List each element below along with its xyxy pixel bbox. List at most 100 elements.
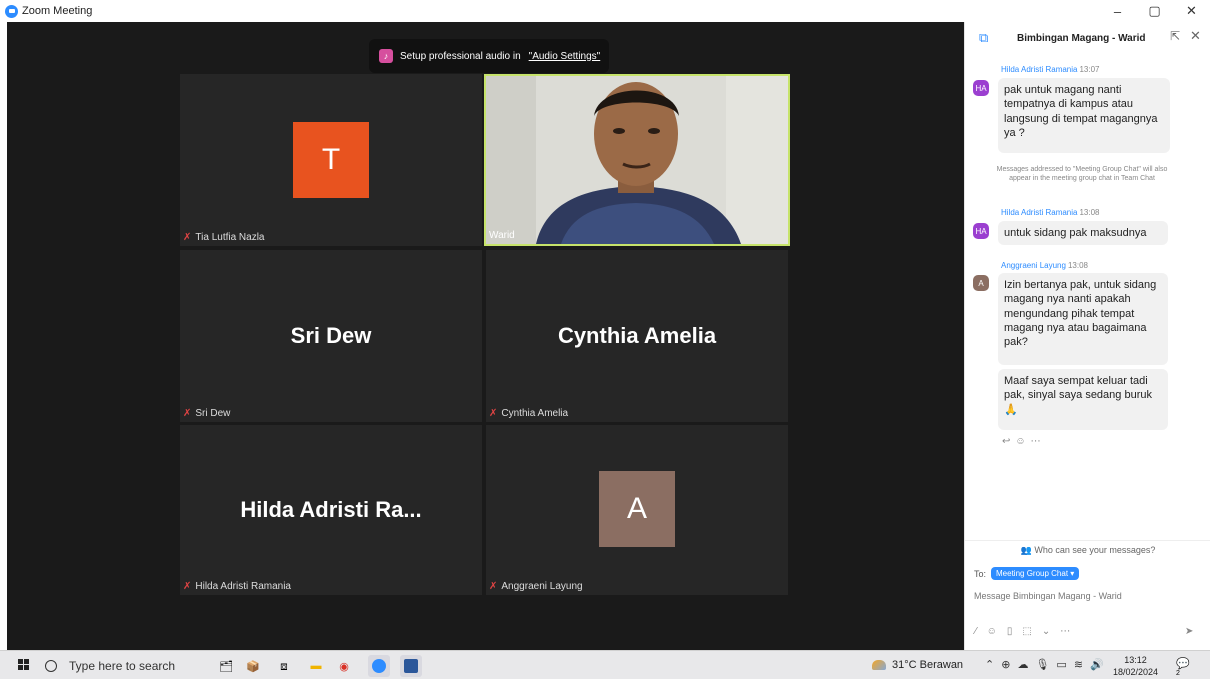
- reply-icon[interactable]: ↩: [1002, 436, 1010, 447]
- people-icon: 👥: [1020, 545, 1032, 555]
- weather-icon: [872, 660, 886, 670]
- battery-icon[interactable]: ▭: [1056, 658, 1066, 671]
- meet-now-icon[interactable]: ⊕: [1001, 658, 1010, 671]
- participant-tile[interactable]: Cynthia Amelia ✗ Cynthia Amelia: [486, 250, 788, 422]
- mic-muted-icon: ✗: [183, 231, 192, 243]
- word-icon[interactable]: [400, 655, 422, 677]
- maximize-button[interactable]: ▢: [1136, 0, 1173, 22]
- message-bubble[interactable]: Izin bertanya pak, untuk sidang magang n…: [998, 273, 1168, 365]
- message-bubble[interactable]: pak untuk magang nanti tempatnya di kamp…: [998, 78, 1170, 153]
- minimize-button[interactable]: –: [1099, 0, 1136, 22]
- task-view-icon[interactable]: ⧈: [273, 655, 295, 677]
- participant-display-name: Cynthia Amelia: [557, 323, 717, 348]
- close-button[interactable]: ✕: [1173, 0, 1210, 22]
- participant-name-tag: ✗ Cynthia Amelia: [489, 406, 568, 420]
- participant-tile[interactable]: Sri Dew ✗ Sri Dew: [180, 250, 482, 422]
- message-sender: Hilda Adristi Ramania: [1001, 65, 1078, 74]
- participant-name-tag: ✗ Hilda Adristi Ramania: [183, 579, 291, 593]
- chat-bubble-icon[interactable]: ⧉: [979, 30, 993, 45]
- app-icon-widget[interactable]: 📦: [242, 655, 264, 677]
- composer-toolbar: ⁄ ☺ ▯ ⬚ ⌄ ⋯: [975, 626, 1070, 637]
- send-button[interactable]: ➤: [1185, 626, 1201, 642]
- message-bubble[interactable]: untuk sidang pak maksudnya: [998, 221, 1168, 246]
- message-meta: Hilda Adristi Ramania 13:08: [1001, 208, 1100, 217]
- participant-avatar: A: [599, 471, 675, 547]
- cloud-icon[interactable]: ☁: [1017, 658, 1028, 671]
- sender-avatar: HA: [973, 223, 989, 239]
- message-input[interactable]: Message Bimbingan Magang - Warid: [974, 591, 1204, 601]
- window-controls: – ▢ ✕: [1099, 0, 1210, 22]
- recipient-value: Meeting Group Chat: [996, 569, 1069, 578]
- wifi-icon[interactable]: ≋: [1074, 658, 1083, 671]
- message-meta: Hilda Adristi Ramania 13:07: [1001, 65, 1100, 74]
- taskbar-search[interactable]: Type here to search: [45, 656, 195, 676]
- title-bar: Zoom Meeting – ▢ ✕: [0, 0, 1210, 22]
- add-reaction-icon[interactable]: ☺: [1015, 436, 1025, 447]
- pop-out-icon[interactable]: ⇱: [1170, 29, 1180, 43]
- group-chat-notice: Messages addressed to "Meeting Group Cha…: [996, 166, 1168, 183]
- microphone-icon[interactable]: 🎙: [1035, 658, 1049, 671]
- audio-settings-banner[interactable]: ♪ Setup professional audio in "Audio Set…: [369, 39, 609, 73]
- message-time: 13:08: [1067, 261, 1088, 270]
- more-options-icon[interactable]: ⋯: [1031, 436, 1041, 447]
- taskbar-clock[interactable]: 13:12 18/02/2024: [1113, 654, 1158, 678]
- participant-avatar: T: [293, 122, 369, 198]
- audio-settings-link[interactable]: "Audio Settings": [529, 51, 601, 62]
- message-bubble[interactable]: Maaf saya sempat keluar tadi pak, sinyal…: [998, 369, 1168, 430]
- notification-center-icon[interactable]: 💬2: [1176, 657, 1192, 677]
- music-note-icon: ♪: [379, 49, 393, 63]
- recipient-dropdown[interactable]: Meeting Group Chat ▾: [991, 567, 1080, 580]
- participant-name-tag: ✗ Sri Dew: [183, 406, 230, 420]
- banner-text: Setup professional audio in: [400, 50, 521, 62]
- participant-name-tag: ✗ Tia Lutfia Nazla: [183, 230, 265, 244]
- windows-taskbar: Type here to search 🗂 📦 ⧈ ▬ ◉ 31°C Beraw…: [0, 650, 1210, 679]
- emoji-icon[interactable]: ☺: [987, 626, 997, 637]
- notification-count: 2: [1176, 670, 1180, 677]
- zoom-taskbar-icon[interactable]: [368, 655, 390, 677]
- mic-muted-icon: ✗: [489, 580, 498, 592]
- to-label: To:: [974, 568, 987, 579]
- recipient-row: To: Meeting Group Chat ▾: [974, 567, 1080, 580]
- file-explorer-icon[interactable]: ▬: [305, 655, 327, 677]
- who-can-see-text: Who can see your messages?: [1034, 545, 1156, 555]
- message-meta: Anggraeni Layung 13:08: [1001, 261, 1088, 270]
- search-icon: [45, 660, 57, 672]
- participant-name: Anggraeni Layung: [501, 580, 583, 592]
- video-gallery: ♪ Setup professional audio in "Audio Set…: [7, 22, 964, 650]
- mic-muted-icon: ✗: [489, 407, 498, 419]
- more-options-icon[interactable]: ⋯: [1060, 626, 1070, 637]
- participant-name: Sri Dew: [195, 407, 231, 419]
- format-icon[interactable]: ⁄: [975, 626, 977, 637]
- participant-display-name: Hilda Adristi Ra...: [240, 497, 422, 522]
- chrome-icon[interactable]: ◉: [333, 655, 355, 677]
- mic-muted-icon: ✗: [183, 580, 192, 592]
- participant-tile-active-speaker[interactable]: Warid: [484, 74, 790, 246]
- close-icon[interactable]: ✕: [1190, 28, 1201, 44]
- app-icon-files[interactable]: 🗂: [215, 655, 237, 677]
- window-title: Zoom Meeting: [22, 5, 93, 17]
- participant-tile[interactable]: T ✗ Tia Lutfia Nazla: [180, 74, 482, 246]
- who-can-see-messages-link[interactable]: 👥 Who can see your messages?: [965, 540, 1210, 556]
- message-time: 13:08: [1079, 208, 1100, 217]
- windows-start-button[interactable]: [18, 659, 30, 671]
- participant-name-tag: Warid: [489, 228, 515, 242]
- file-icon[interactable]: ▯: [1007, 626, 1013, 637]
- sender-avatar: HA: [973, 80, 989, 96]
- sender-avatar: A: [973, 275, 989, 291]
- participant-name: Hilda Adristi Ramania: [195, 580, 291, 592]
- participant-tile[interactable]: Hilda Adristi Ra... ✗ Hilda Adristi Rama…: [180, 425, 482, 595]
- volume-icon[interactable]: 🔊: [1090, 658, 1104, 671]
- participant-name-tag: ✗ Anggraeni Layung: [489, 579, 583, 593]
- zoom-app-icon: [5, 4, 18, 18]
- screenshot-icon[interactable]: ⬚: [1022, 626, 1031, 637]
- weather-text: 31°C Berawan: [892, 659, 964, 671]
- clock-time: 13:12: [1124, 655, 1147, 665]
- chevron-up-icon[interactable]: ⌃: [985, 658, 994, 671]
- clock-date: 18/02/2024: [1113, 667, 1159, 678]
- chevron-down-icon[interactable]: ⌄: [1042, 626, 1050, 637]
- message-time: 13:07: [1079, 65, 1100, 74]
- participant-tile[interactable]: A ✗ Anggraeni Layung: [486, 425, 788, 595]
- participant-name: Tia Lutfia Nazla: [195, 231, 265, 243]
- chevron-down-icon: ▾: [1070, 569, 1075, 578]
- weather-widget[interactable]: 31°C Berawan: [872, 659, 963, 671]
